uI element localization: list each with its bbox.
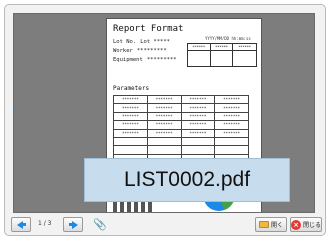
table-row: ******* ******* ******* ******* (113, 128, 249, 138)
equipment-label: Equipment (113, 57, 143, 63)
previous-document-arrow-icon[interactable] (14, 102, 15, 114)
open-button[interactable]: 開く (255, 217, 287, 232)
close-icon: × (291, 219, 301, 230)
table-cell: ******* (214, 120, 249, 130)
table-cell: ******* (214, 111, 249, 122)
table-cell: ******* (146, 120, 182, 130)
table-cell: ******* (214, 94, 249, 105)
table-row: ******* ******* ******* ******* (113, 111, 249, 122)
lot-row: Lot No. Lot ***** (113, 39, 170, 45)
stamp-cell (188, 51, 211, 66)
table-cell: ******* (180, 128, 216, 138)
table-cell: ******* (146, 94, 182, 105)
stamp-header: ****** (233, 44, 256, 51)
stamp-cell (233, 51, 256, 66)
table-cell (146, 145, 182, 155)
equipment-row: Equipment ********* (113, 57, 177, 63)
stamp-cell (211, 51, 234, 66)
close-label: 閉じる (303, 222, 322, 229)
table-cell: ******* (146, 103, 182, 113)
worker-label: Worker (113, 48, 133, 54)
table-cell (214, 136, 249, 147)
table-cell: ******* (113, 94, 148, 105)
table-cell (180, 136, 216, 147)
table-row: ******* ******* ******* ******* (113, 94, 249, 105)
table-row (113, 145, 249, 155)
lot-value: Lot ***** (140, 39, 170, 45)
table-cell (113, 136, 148, 147)
open-label: 開く (270, 222, 283, 229)
table-cell: ******* (180, 120, 216, 130)
paperclip-icon[interactable]: 📎 (93, 218, 107, 231)
table-cell: ******* (214, 128, 249, 138)
filename-overlay: LIST0002.pdf (84, 158, 290, 202)
stamp-header: ****** (188, 44, 211, 51)
next-page-button[interactable] (63, 217, 83, 232)
table-cell: ******* (113, 120, 148, 130)
approval-stamp-box: ****** ****** ****** (187, 43, 257, 67)
worker-row: Worker ********* (113, 48, 167, 54)
document-preview-area[interactable]: Report Format Lot No. Lot ***** Worker ***… (13, 13, 315, 213)
table-cell: ******* (180, 94, 216, 105)
equipment-value: ********* (146, 57, 177, 63)
parameters-table: ******* ******* ******* ******* ******* *****… (113, 94, 249, 164)
lot-label: Lot No. (113, 39, 137, 45)
stamp-header: ****** (210, 44, 234, 51)
close-button[interactable]: × 閉じる (290, 217, 322, 232)
page-indicator: 1 / 3 (38, 220, 52, 227)
folder-icon (258, 221, 269, 228)
table-row (113, 136, 249, 147)
worker-value: ********* (136, 48, 167, 54)
next-page-icon (71, 220, 78, 229)
table-cell: ******* (146, 111, 182, 122)
table-cell: ******* (180, 111, 216, 122)
table-cell: ******* (146, 128, 182, 138)
table-cell: ******* (113, 103, 148, 113)
arrow-stem (22, 223, 26, 226)
parameters-heading: Parameters (113, 85, 150, 92)
prev-page-button[interactable] (11, 217, 31, 232)
table-cell (146, 136, 182, 147)
table-row: ******* ******* ******* ******* (113, 120, 249, 130)
table-cell: ******* (180, 103, 216, 113)
document-date: YYYY/MM/DD hh:mm:ss (205, 36, 251, 41)
table-cell (180, 145, 216, 155)
document-title: Report Format (113, 24, 184, 34)
table-row: ******* ******* ******* ******* (113, 103, 249, 113)
table-cell: ******* (214, 103, 249, 113)
table-cell (113, 145, 148, 155)
table-cell: ******* (113, 128, 148, 138)
pdf-viewer-dialog: Report Format Lot No. Lot ***** Worker ***… (4, 4, 326, 236)
table-cell (214, 145, 249, 155)
viewer-toolbar: 1 / 3 📎 開く × 閉じる (11, 217, 322, 233)
table-cell: ******* (113, 111, 148, 122)
